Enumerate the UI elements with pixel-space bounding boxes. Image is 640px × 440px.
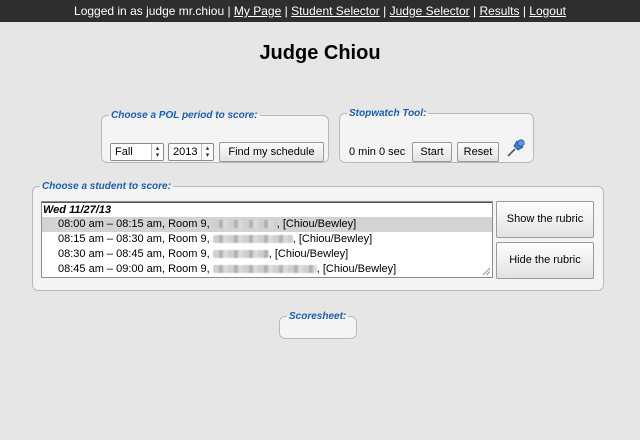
pol-period-panel: Choose a POL period to score: Fall ▴ ▾ 20… [101, 110, 329, 163]
nav-link-results[interactable]: Results [479, 4, 519, 18]
redacted-student-name [212, 250, 269, 258]
nav-link-student-selector[interactable]: Student Selector [291, 4, 380, 18]
stopwatch-legend: Stopwatch Tool: [349, 108, 427, 119]
season-select-caret-icon: ▴ ▾ [151, 144, 163, 160]
schedule-row-time: 08:00 am – 08:15 am, Room 9, [58, 218, 210, 230]
schedule-row[interactable]: 08:30 am – 08:45 am, Room 9, , [Chiou/Be… [42, 247, 492, 262]
schedule-row[interactable]: 08:00 am – 08:15 am, Room 9, , [Chiou/Be… [42, 217, 492, 232]
nav-link-my-page[interactable]: My Page [234, 4, 281, 18]
schedule-row-time: 08:15 am – 08:30 am, Room 9, [58, 233, 210, 245]
top-nav-bar: Logged in as judge mr.chiou | My Page | … [0, 0, 640, 22]
schedule-row-judges: , [Chiou/Bewley] [276, 218, 357, 230]
logged-in-label: Logged in as judge mr.chiou [74, 4, 225, 18]
stopwatch-start-button[interactable]: Start [412, 142, 452, 162]
hide-rubric-button[interactable]: Hide the rubric [496, 242, 594, 279]
scoresheet-panel: Scoresheet: [279, 311, 357, 339]
schedule-row[interactable]: 08:45 am – 09:00 am, Room 9, , [Chiou/Be… [42, 262, 492, 277]
schedule-row-judges: , [Chiou/Bewley] [268, 248, 349, 260]
stopwatch-reset-button[interactable]: Reset [457, 142, 499, 162]
student-chooser-legend: Choose a student to score: [42, 181, 171, 192]
redacted-student-name [212, 220, 277, 228]
year-select-caret-icon: ▴ ▾ [201, 144, 213, 160]
pushpin-icon[interactable] [505, 137, 527, 159]
find-schedule-button[interactable]: Find my schedule [219, 142, 324, 162]
nav-link-logout[interactable]: Logout [529, 4, 566, 18]
season-select-value: Fall [115, 146, 133, 158]
schedule-row-time: 08:45 am – 09:00 am, Room 9, [58, 263, 210, 275]
schedule-listbox[interactable]: Wed 11/27/13 08:00 am – 08:15 am, Room 9… [41, 201, 493, 278]
show-rubric-button[interactable]: Show the rubric [496, 201, 594, 238]
pol-period-legend: Choose a POL period to score: [111, 110, 258, 121]
stopwatch-panel: Stopwatch Tool: 0 min 0 sec Start Reset [339, 108, 534, 163]
schedule-date-header: Wed 11/27/13 [42, 202, 492, 217]
schedule-row[interactable]: 08:15 am – 08:30 am, Room 9, , [Chiou/Be… [42, 232, 492, 247]
nav-link-judge-selector[interactable]: Judge Selector [390, 4, 470, 18]
resize-grip-icon[interactable] [483, 268, 490, 275]
schedule-row-time: 08:30 am – 08:45 am, Room 9, [58, 248, 210, 260]
redacted-student-name [212, 265, 317, 273]
schedule-row-judges: , [Chiou/Bewley] [316, 263, 397, 275]
year-select[interactable]: 2013 ▴ ▾ [168, 143, 214, 161]
season-select[interactable]: Fall ▴ ▾ [110, 143, 164, 161]
redacted-student-name [212, 235, 293, 243]
page-title: Judge Chiou [259, 42, 381, 64]
year-select-value: 2013 [173, 146, 198, 158]
scoresheet-legend: Scoresheet: [289, 311, 347, 322]
stopwatch-time: 0 min 0 sec [349, 146, 406, 158]
schedule-row-judges: , [Chiou/Bewley] [292, 233, 373, 245]
